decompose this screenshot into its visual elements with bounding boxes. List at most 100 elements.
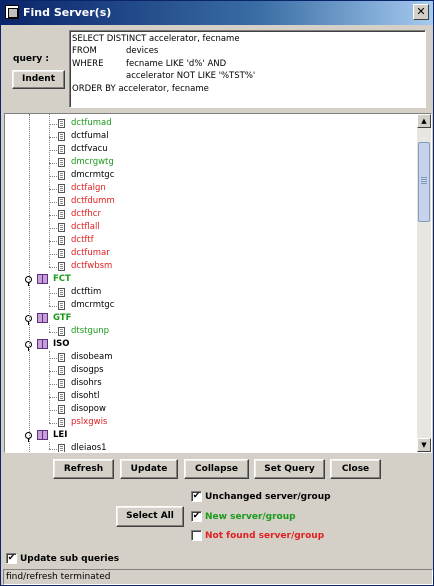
find-servers-window: Find Server(s) ✕ query : Indent SELECT D…	[0, 0, 434, 586]
update-button[interactable]: Update	[120, 459, 178, 479]
update-sub-queries-checkbox[interactable]: ✔	[6, 553, 17, 564]
server-document-icon	[58, 405, 65, 414]
scroll-thumb[interactable]	[418, 142, 430, 222]
server-tree-panel: dctfumad dctfumal dctfvacu dmcrgwtg dmcrmtgc…	[4, 113, 432, 453]
query-text-area[interactable]: SELECT DISTINCT accelerator, fecname FRO…	[69, 30, 426, 108]
unchanged-checkbox[interactable]: ✔	[191, 491, 202, 502]
tree-connector	[49, 241, 57, 242]
tree-connector	[49, 150, 57, 151]
tree-group-label: LEI	[53, 430, 68, 440]
collapse-button[interactable]: Collapse	[184, 459, 249, 479]
unchanged-label: Unchanged server/group	[205, 492, 331, 502]
status-bar: find/refresh terminated	[3, 569, 433, 585]
indent-button[interactable]: Indent	[12, 70, 65, 89]
tree-leaf-label: disohtl	[71, 391, 100, 401]
tree-leaf-label: dctfdumm	[71, 196, 115, 206]
query-line: WHERE fecname LIKE 'd%' AND	[72, 58, 227, 69]
server-document-icon	[58, 288, 65, 297]
server-document-icon	[58, 366, 65, 375]
server-document-icon	[58, 327, 65, 336]
not-found-checkbox[interactable]	[191, 530, 202, 541]
tree-connector	[49, 293, 57, 294]
server-document-icon	[58, 184, 65, 193]
close-button[interactable]: Close	[330, 459, 381, 479]
server-document-icon	[58, 379, 65, 388]
tree-connector	[49, 254, 57, 255]
server-document-icon	[58, 210, 65, 219]
tree-connector	[49, 371, 57, 372]
tree-leaf-label: disopow	[71, 404, 106, 414]
server-document-icon	[58, 301, 65, 310]
group-folder-icon	[37, 274, 48, 284]
tree-leaf-label: dctfumar	[71, 248, 110, 258]
tree-connector	[49, 176, 57, 177]
tree-leaf-label: dmcrgwtg	[71, 157, 114, 167]
tree-leaf-label: dleiaos1	[71, 443, 107, 452]
tree-connector	[49, 384, 57, 385]
server-document-icon	[58, 236, 65, 245]
query-line: FROM devices	[72, 46, 159, 57]
update-sub-queries-label: Update sub queries	[20, 554, 120, 564]
tree-connector	[49, 163, 57, 164]
not-found-label: Not found server/group	[205, 531, 325, 541]
tree-connector	[49, 410, 57, 411]
tree-leaf-label: dctftim	[71, 287, 102, 297]
tree-leaf-label: pslxgwis	[71, 417, 108, 427]
tree-connector	[49, 332, 57, 333]
server-document-icon	[58, 262, 65, 271]
tree-leaf-label: dtstgunp	[71, 326, 110, 336]
new-checkbox[interactable]: ✔	[191, 511, 202, 522]
scroll-up-icon[interactable]: ▲	[417, 114, 431, 128]
tree-leaf-label: dctfhcr	[71, 209, 101, 219]
title-bar[interactable]: Find Server(s) ✕	[1, 1, 433, 25]
tree-connector	[49, 189, 57, 190]
tree-group-label: ISO	[53, 339, 70, 349]
tree-connector	[49, 124, 57, 125]
group-folder-icon	[37, 339, 48, 349]
tree-connector	[49, 215, 57, 216]
set-query-button[interactable]: Set Query	[254, 459, 325, 479]
tree-leaf-label: dctfumad	[71, 118, 112, 128]
tree-connector	[49, 228, 57, 229]
server-document-icon	[58, 418, 65, 427]
server-document-icon	[58, 158, 65, 167]
tree-leaf-label: disohrs	[71, 378, 102, 388]
select-all-button[interactable]: Select All	[116, 506, 184, 527]
app-icon	[5, 5, 19, 19]
server-document-icon	[58, 197, 65, 206]
tree-connector	[49, 202, 57, 203]
tree-leaf-label: disogps	[71, 365, 104, 375]
server-document-icon	[58, 171, 65, 180]
window-title: Find Server(s)	[23, 6, 112, 19]
tree-connector	[29, 114, 30, 452]
tree-connector	[49, 397, 57, 398]
query-line: accelerator NOT LIKE '%TST%'	[126, 71, 256, 82]
new-label: New server/group	[205, 512, 296, 522]
scroll-down-icon[interactable]: ▼	[417, 438, 431, 452]
server-document-icon	[58, 249, 65, 258]
query-label: query :	[13, 54, 49, 64]
refresh-button[interactable]: Refresh	[53, 459, 114, 479]
tree-connector	[49, 325, 50, 332]
tree-connector	[49, 351, 50, 423]
tree-connector	[49, 449, 57, 450]
tree-leaf-label: dmcrmtgc	[71, 300, 115, 310]
server-tree[interactable]: dctfumad dctfumal dctfvacu dmcrgwtg dmcrmtgc…	[5, 114, 417, 452]
tree-leaf-label: dctfwbsm	[71, 261, 113, 271]
tree-connector	[49, 306, 57, 307]
tree-leaf-label: dctfvacu	[71, 144, 108, 154]
tree-group-label: FCT	[53, 274, 71, 284]
window-close-icon[interactable]: ✕	[413, 4, 429, 20]
tree-leaf-label: dmcrmtgc	[71, 170, 115, 180]
query-line: SELECT DISTINCT accelerator, fecname	[72, 34, 240, 44]
group-folder-icon	[37, 313, 48, 323]
tree-connector	[49, 423, 57, 424]
tree-connector	[49, 137, 57, 138]
tree-leaf-label: dctfalgn	[71, 183, 106, 193]
vertical-scrollbar[interactable]: ▲ ▼	[417, 114, 431, 452]
query-line: ORDER BY accelerator, fecname	[72, 83, 209, 94]
tree-leaf-label: dctflall	[71, 222, 100, 232]
server-document-icon	[58, 132, 65, 141]
server-document-icon	[58, 353, 65, 362]
tree-leaf-label: disobeam	[71, 352, 113, 362]
